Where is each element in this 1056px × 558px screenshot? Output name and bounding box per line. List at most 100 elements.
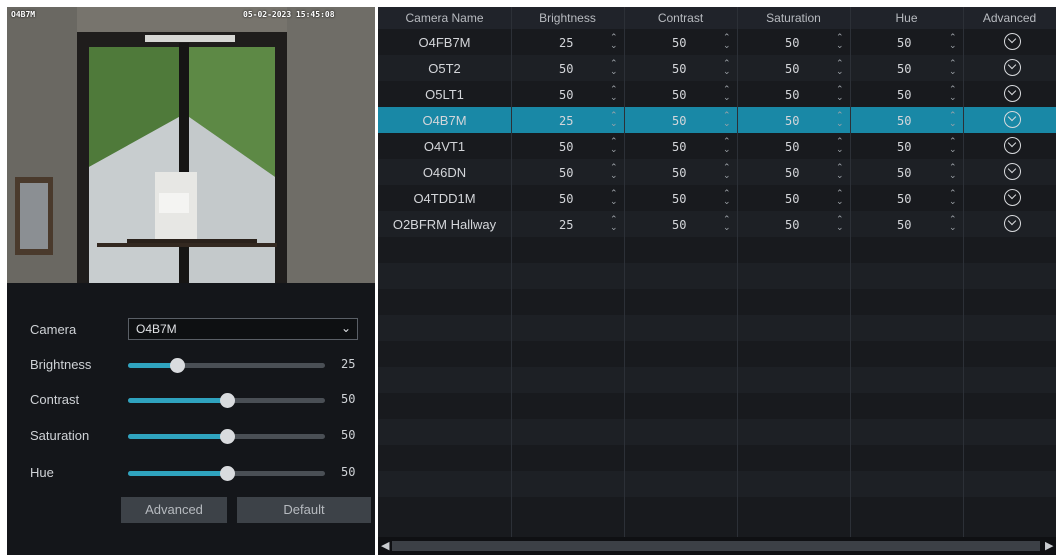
up-down-arrows-icon[interactable]: ⌃ ⌄ — [610, 215, 618, 232]
default-button[interactable]: Default — [237, 497, 371, 523]
up-down-arrows-icon[interactable]: ⌃ ⌄ — [610, 111, 618, 128]
brightness-cell: 50 — [559, 88, 574, 102]
table-row[interactable]: O2BFRM Hallway 25 ⌃ ⌄ 50 ⌃ ⌄ 50 ⌃ ⌄ 50 ⌃ ⌄ — [378, 211, 1056, 237]
circle-chevron-down-icon[interactable] — [1004, 189, 1021, 206]
table-row[interactable]: O5T2 50 ⌃ ⌄ 50 ⌃ ⌄ 50 ⌃ ⌄ 50 ⌃ ⌄ — [378, 55, 1056, 81]
table-row[interactable]: O4VT1 50 ⌃ ⌄ 50 ⌃ ⌄ 50 ⌃ ⌄ 50 ⌃ ⌄ — [378, 133, 1056, 159]
up-down-arrows-icon[interactable]: ⌃ ⌄ — [836, 137, 844, 154]
circle-chevron-down-icon[interactable] — [1004, 111, 1021, 128]
up-down-arrows-icon[interactable]: ⌃ ⌄ — [723, 85, 731, 102]
horizontal-scrollbar[interactable]: ◀ ▶ — [378, 537, 1056, 555]
column-divider — [737, 7, 738, 537]
up-down-arrows-icon[interactable]: ⌃ ⌄ — [949, 137, 957, 154]
contrast-cell: 50 — [672, 192, 687, 206]
saturation-slider[interactable] — [128, 429, 325, 444]
up-down-arrows-icon[interactable]: ⌃ ⌄ — [836, 189, 844, 206]
table-row[interactable]: O4TDD1M 50 ⌃ ⌄ 50 ⌃ ⌄ 50 ⌃ ⌄ 50 ⌃ ⌄ — [378, 185, 1056, 211]
hue-cell: 50 — [897, 218, 912, 232]
saturation-cell: 50 — [785, 140, 800, 154]
up-down-arrows-icon[interactable]: ⌃ ⌄ — [949, 33, 957, 50]
contrast-cell: 50 — [672, 166, 687, 180]
table-row[interactable]: O4FB7M 25 ⌃ ⌄ 50 ⌃ ⌄ 50 ⌃ ⌄ 50 ⌃ ⌄ — [378, 29, 1056, 55]
up-down-arrows-icon[interactable]: ⌃ ⌄ — [836, 215, 844, 232]
up-down-arrows-icon[interactable]: ⌃ ⌄ — [723, 59, 731, 76]
scrollbar-thumb[interactable] — [392, 541, 1040, 551]
saturation-slider-handle[interactable] — [219, 429, 235, 444]
up-down-arrows-icon[interactable]: ⌃ ⌄ — [610, 137, 618, 154]
hue-cell: 50 — [897, 140, 912, 154]
up-down-arrows-icon[interactable]: ⌃ ⌄ — [949, 189, 957, 206]
up-down-arrows-icon[interactable]: ⌃ ⌄ — [610, 85, 618, 102]
header-advanced[interactable]: Advanced — [963, 7, 1056, 29]
contrast-slider[interactable] — [128, 393, 325, 408]
up-down-arrows-icon[interactable]: ⌃ ⌄ — [949, 111, 957, 128]
circle-chevron-down-icon[interactable] — [1004, 215, 1021, 232]
up-down-arrows-icon[interactable]: ⌃ ⌄ — [949, 215, 957, 232]
saturation-cell: 50 — [785, 218, 800, 232]
up-down-arrows-icon[interactable]: ⌃ ⌄ — [610, 189, 618, 206]
up-down-arrows-icon[interactable]: ⌃ ⌄ — [723, 163, 731, 180]
up-down-arrows-icon[interactable]: ⌃ ⌄ — [723, 215, 731, 232]
saturation-row: Saturation 50 — [7, 423, 375, 449]
camera-name-cell: O4B7M — [422, 113, 467, 128]
brightness-slider-handle[interactable] — [170, 358, 186, 373]
column-divider — [850, 7, 851, 537]
brightness-cell: 25 — [559, 36, 574, 50]
empty-row — [378, 445, 1056, 471]
header-saturation[interactable]: Saturation — [737, 7, 850, 29]
up-down-arrows-icon[interactable]: ⌃ ⌄ — [610, 163, 618, 180]
contrast-slider-handle[interactable] — [219, 393, 235, 408]
header-contrast[interactable]: Contrast — [624, 7, 737, 29]
camera-name-cell: O4VT1 — [423, 139, 466, 154]
hue-cell: 50 — [897, 114, 912, 128]
up-down-arrows-icon[interactable]: ⌃ ⌄ — [836, 59, 844, 76]
camera-name-cell: O46DN — [422, 165, 467, 180]
camera-label: Camera — [30, 322, 77, 337]
header-brightness[interactable]: Brightness — [511, 7, 624, 29]
table-row[interactable]: O46DN 50 ⌃ ⌄ 50 ⌃ ⌄ 50 ⌃ ⌄ 50 ⌃ ⌄ — [378, 159, 1056, 185]
hue-label: Hue — [30, 465, 54, 480]
up-down-arrows-icon[interactable]: ⌃ ⌄ — [949, 59, 957, 76]
up-down-arrows-icon[interactable]: ⌃ ⌄ — [610, 59, 618, 76]
camera-name-cell: O2BFRM Hallway — [392, 217, 497, 232]
up-down-arrows-icon[interactable]: ⌃ ⌄ — [836, 163, 844, 180]
up-down-arrows-icon[interactable]: ⌃ ⌄ — [723, 33, 731, 50]
up-down-arrows-icon[interactable]: ⌃ ⌄ — [836, 111, 844, 128]
advanced-button[interactable]: Advanced — [121, 497, 227, 523]
saturation-cell: 50 — [785, 114, 800, 128]
up-down-arrows-icon[interactable]: ⌃ ⌄ — [723, 137, 731, 154]
circle-chevron-down-icon[interactable] — [1004, 163, 1021, 180]
circle-chevron-down-icon[interactable] — [1004, 137, 1021, 154]
up-down-arrows-icon[interactable]: ⌃ ⌄ — [723, 189, 731, 206]
timestamp-osd: 05-02-2023 15:45:08 — [243, 10, 335, 19]
table-row[interactable]: O4B7M 25 ⌃ ⌄ 50 ⌃ ⌄ 50 ⌃ ⌄ 50 ⌃ ⌄ — [378, 107, 1056, 133]
camera-image-table: Camera Name Brightness Contrast Saturati… — [378, 7, 1056, 555]
hue-slider-handle[interactable] — [219, 466, 235, 481]
camera-select[interactable]: O4B7M ⌄ — [128, 318, 358, 340]
up-down-arrows-icon[interactable]: ⌃ ⌄ — [949, 85, 957, 102]
brightness-slider[interactable] — [128, 358, 325, 373]
hue-slider[interactable] — [128, 466, 325, 481]
scroll-left-arrow-icon[interactable]: ◀ — [381, 539, 389, 552]
up-down-arrows-icon[interactable]: ⌃ ⌄ — [836, 85, 844, 102]
up-down-arrows-icon[interactable]: ⌃ ⌄ — [723, 111, 731, 128]
table-header: Camera Name Brightness Contrast Saturati… — [378, 7, 1056, 29]
up-down-arrows-icon[interactable]: ⌃ ⌄ — [610, 33, 618, 50]
brightness-cell: 25 — [559, 114, 574, 128]
contrast-row: Contrast 50 — [7, 387, 375, 413]
contrast-cell: 50 — [672, 218, 687, 232]
circle-chevron-down-icon[interactable] — [1004, 85, 1021, 102]
up-down-arrows-icon[interactable]: ⌃ ⌄ — [949, 163, 957, 180]
circle-chevron-down-icon[interactable] — [1004, 59, 1021, 76]
empty-row — [378, 263, 1056, 289]
header-hue[interactable]: Hue — [850, 7, 963, 29]
contrast-cell: 50 — [672, 88, 687, 102]
camera-preview: O4B7M 05-02-2023 15:45:08 — [7, 7, 375, 283]
table-row[interactable]: O5LT1 50 ⌃ ⌄ 50 ⌃ ⌄ 50 ⌃ ⌄ 50 ⌃ ⌄ — [378, 81, 1056, 107]
contrast-label: Contrast — [30, 392, 80, 407]
header-camera-name[interactable]: Camera Name — [378, 7, 511, 29]
scroll-right-arrow-icon[interactable]: ▶ — [1045, 539, 1053, 552]
saturation-cell: 50 — [785, 166, 800, 180]
circle-chevron-down-icon[interactable] — [1004, 33, 1021, 50]
up-down-arrows-icon[interactable]: ⌃ ⌄ — [836, 33, 844, 50]
